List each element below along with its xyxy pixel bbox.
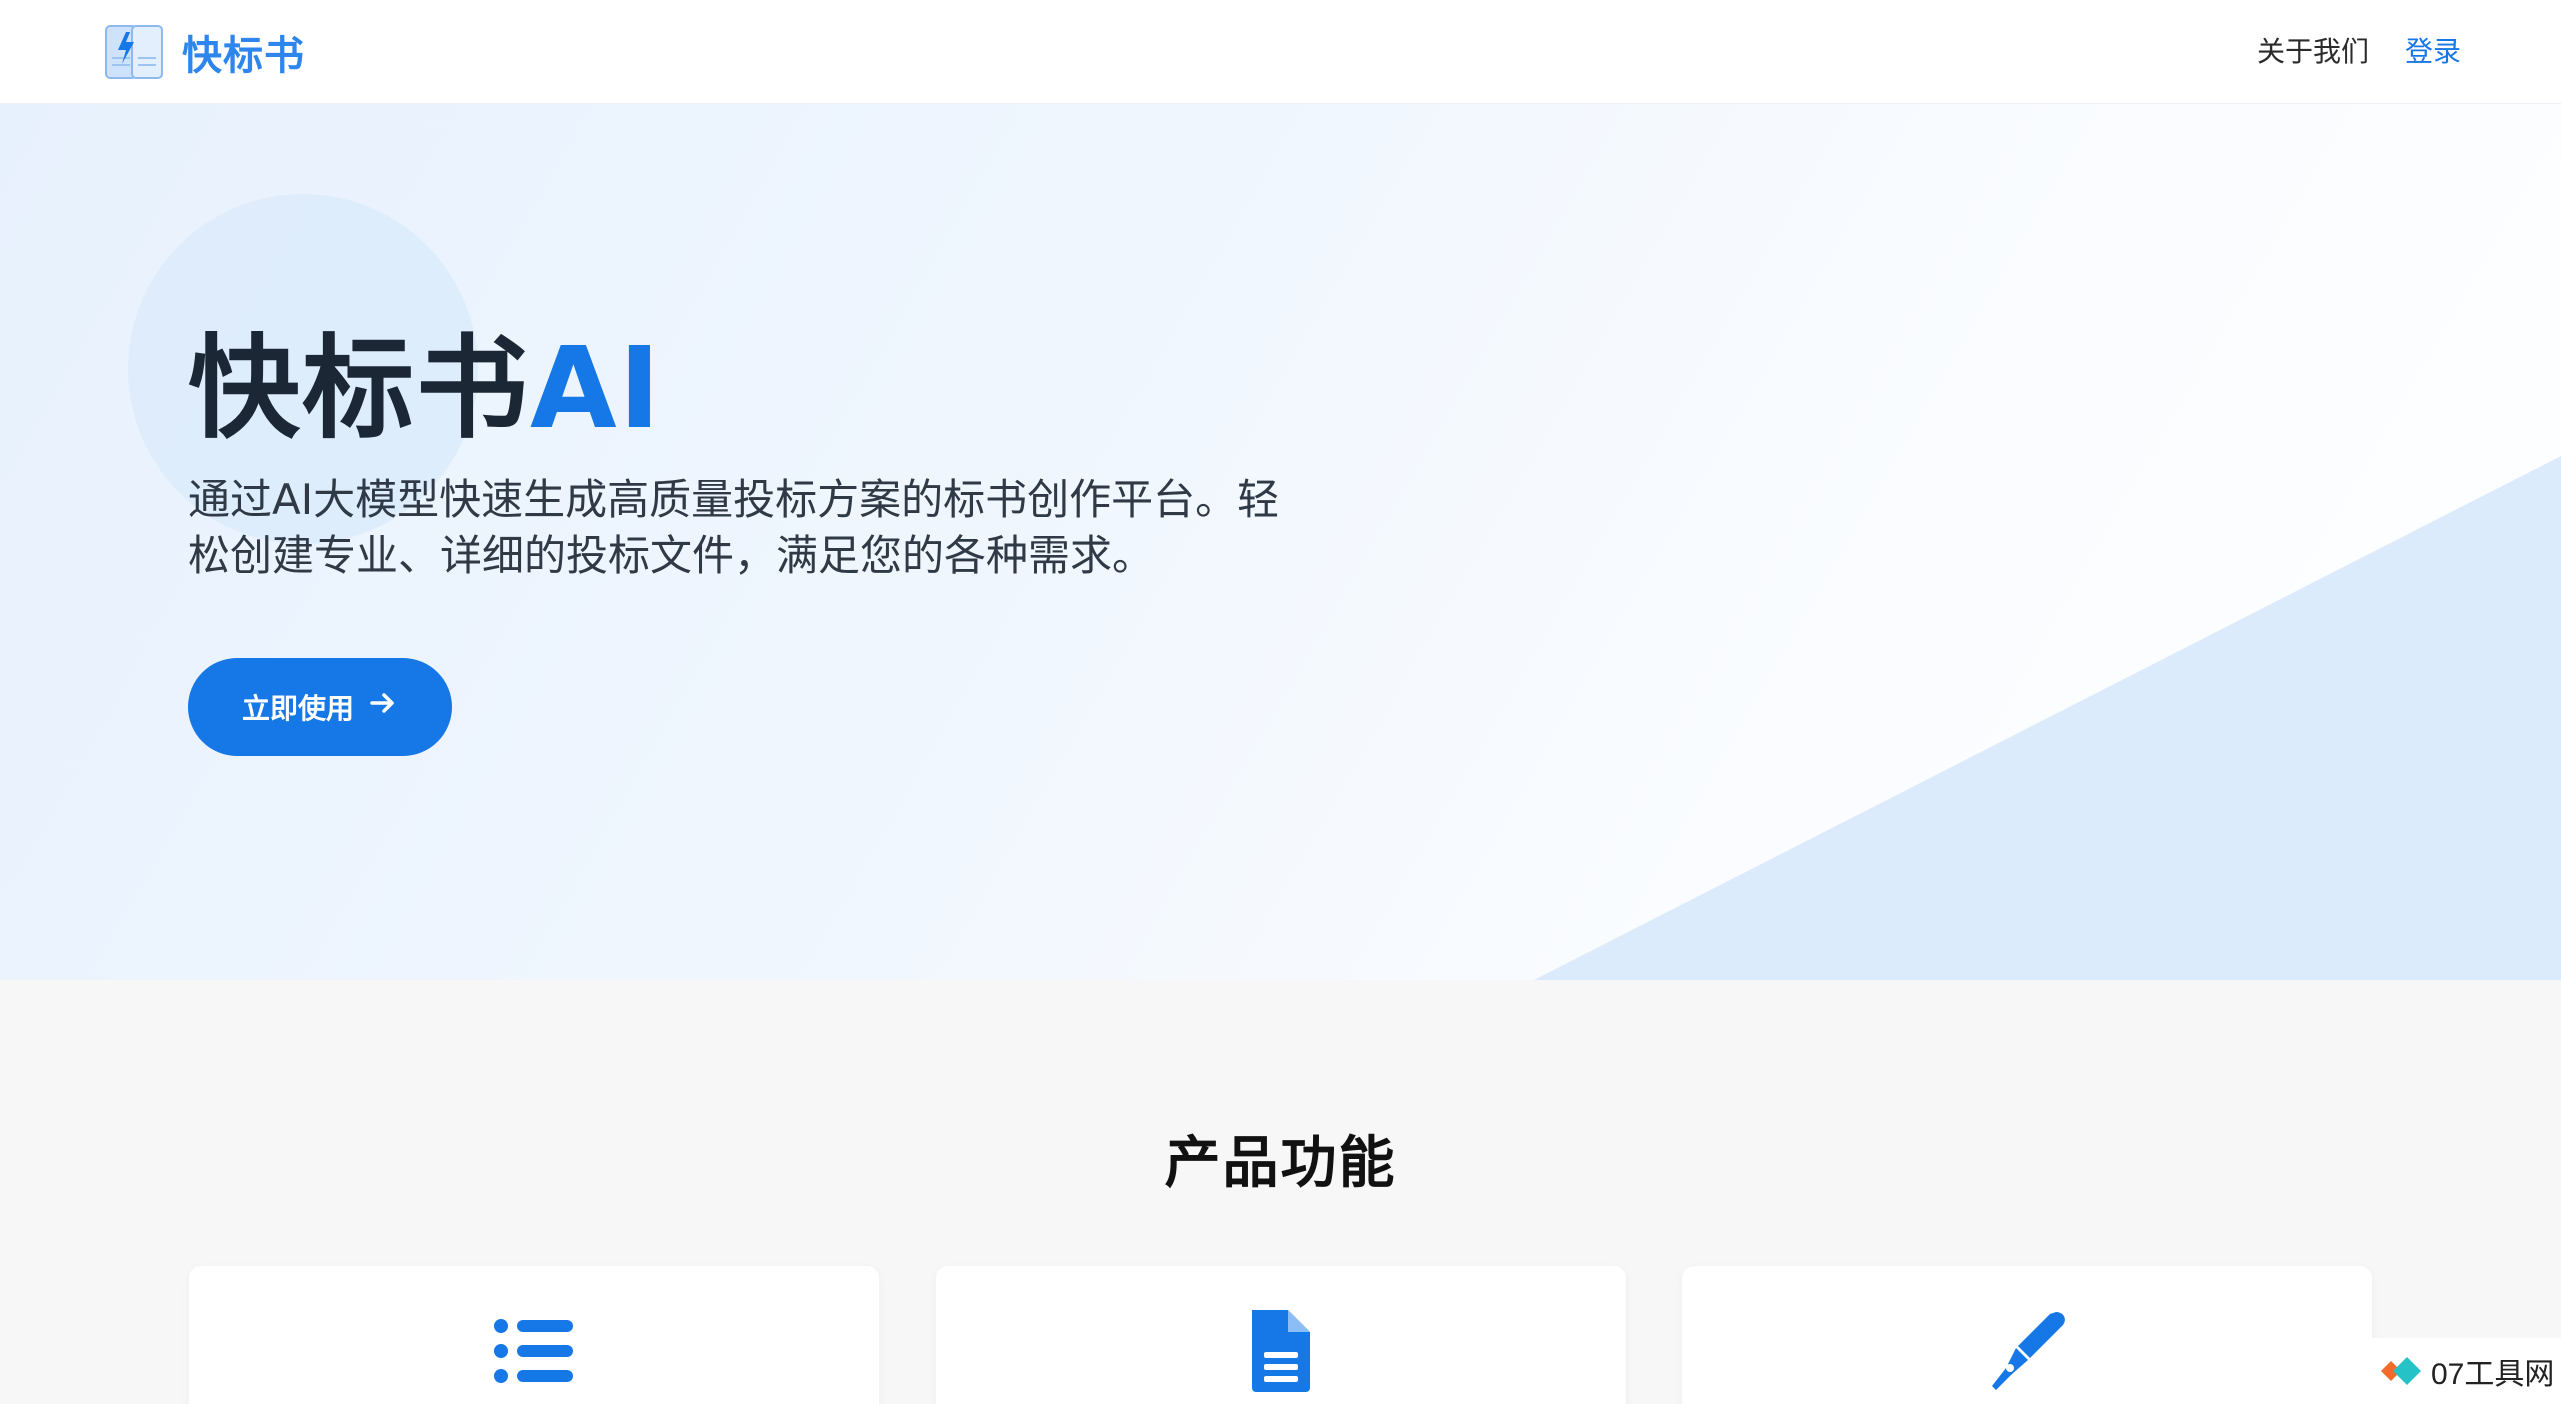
list-icon — [489, 1306, 579, 1396]
arrow-right-icon — [368, 688, 398, 726]
hero-title-main: 快标书 — [188, 324, 530, 454]
top-header: 快标书 关于我们 登录 — [0, 0, 2561, 104]
feature-card-document[interactable] — [936, 1266, 1626, 1404]
top-nav: 关于我们 登录 — [2221, 30, 2461, 70]
logo-text: 快标书 — [182, 33, 305, 79]
nav-about-link[interactable]: 关于我们 — [2257, 30, 2369, 70]
document-icon — [1236, 1306, 1326, 1396]
site-logo[interactable]: 快标书 — [100, 18, 305, 86]
watermark-text: 07工具网 — [2431, 1358, 2555, 1391]
hero-description: 通过AI大模型快速生成高质量投标方案的标书创作平台。轻松创建专业、详细的投标文件… — [188, 475, 1280, 580]
hero-title-accent: AI — [530, 324, 663, 454]
hero-section: 快标书AI 通过AI大模型快速生成高质量投标方案的标书创作平台。轻松创建专业、详… — [0, 104, 2561, 980]
start-now-button[interactable]: 立即使用 — [188, 658, 452, 756]
watermark-badge: 07工具网 — [2359, 1338, 2561, 1404]
logo-book-icon — [100, 18, 168, 86]
feature-card-outline[interactable] — [189, 1266, 879, 1404]
features-section-title: 产品功能 — [1164, 1131, 1397, 1196]
nav-login-link[interactable]: 登录 — [2405, 30, 2461, 70]
diamond-logo-icon — [2371, 1344, 2425, 1398]
feature-card-writing[interactable] — [1682, 1266, 2372, 1404]
pen-icon — [1982, 1306, 2072, 1396]
start-now-label: 立即使用 — [241, 693, 354, 724]
hero-title: 快标书AI — [188, 319, 662, 459]
